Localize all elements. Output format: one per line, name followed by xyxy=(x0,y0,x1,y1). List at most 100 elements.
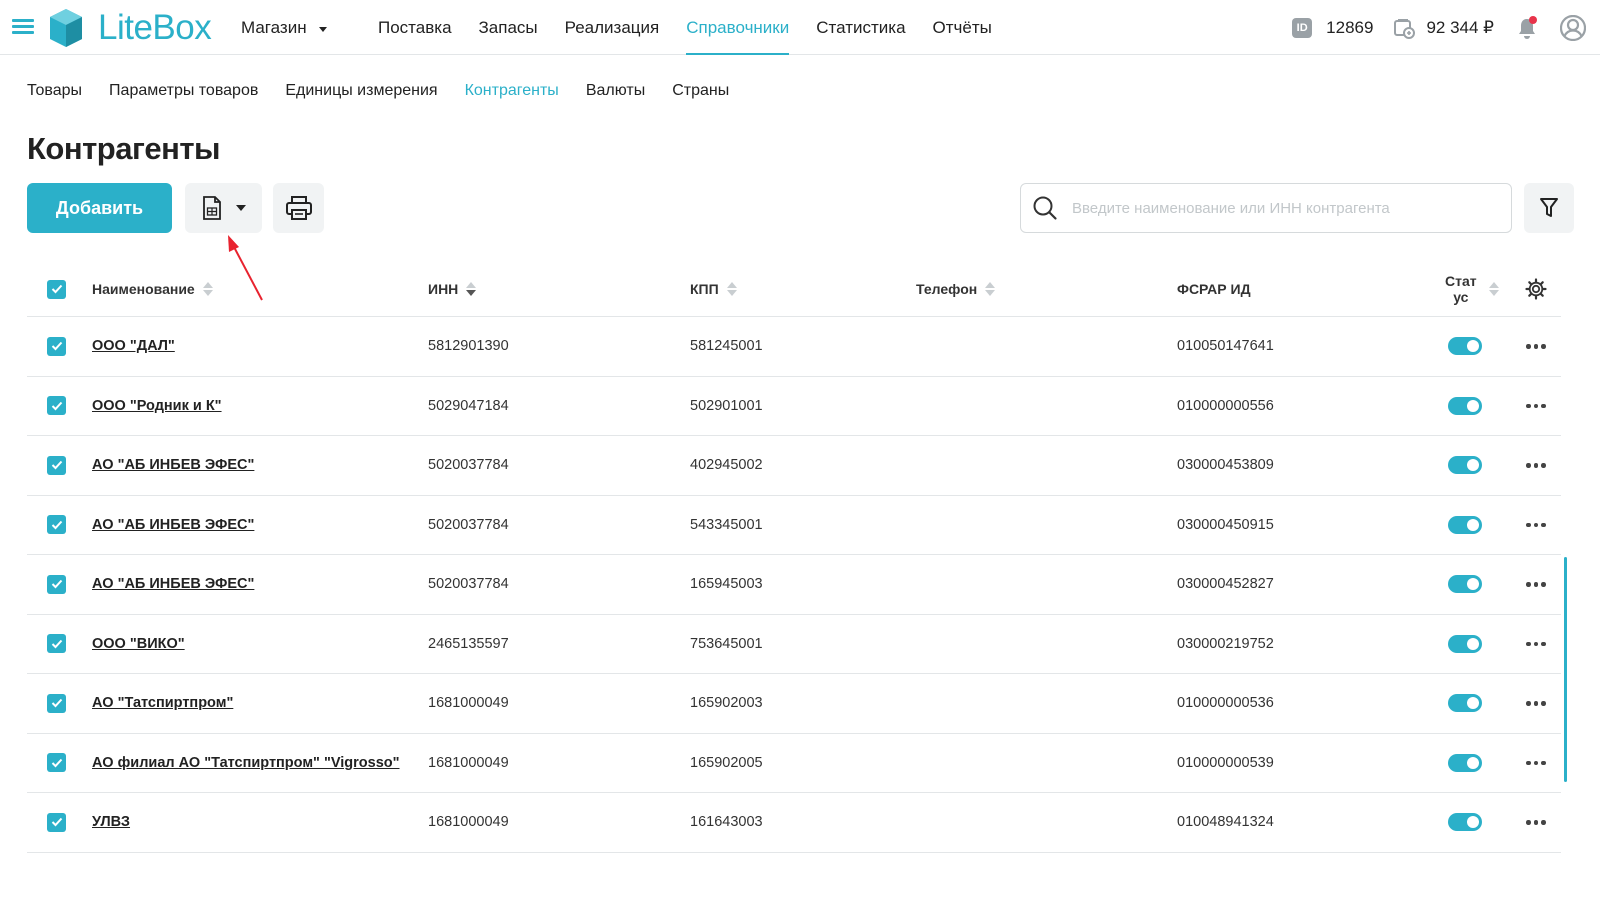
row-checkbox[interactable] xyxy=(47,693,66,713)
subnav-item-counterparties[interactable]: Контрагенты xyxy=(465,82,559,100)
column-header-fsrar: ФСРАР ИД xyxy=(1177,281,1251,297)
row-checkbox[interactable] xyxy=(47,455,66,475)
caret-down-icon xyxy=(318,26,327,32)
check-icon xyxy=(51,639,62,649)
check-icon xyxy=(51,520,62,530)
subnav-item-units[interactable]: Единицы измерения xyxy=(285,82,437,100)
filter-button[interactable] xyxy=(1524,183,1574,233)
row-checkbox[interactable] xyxy=(47,812,66,832)
more-actions-icon[interactable] xyxy=(1526,403,1546,408)
gear-icon[interactable] xyxy=(1525,278,1547,300)
sort-icon xyxy=(726,282,737,296)
print-button[interactable] xyxy=(273,183,324,233)
more-actions-icon[interactable] xyxy=(1526,641,1546,646)
table-row: АО "АБ ИНБЕВ ЭФЕС" 5020037784 543345001 … xyxy=(27,496,1561,555)
status-toggle[interactable] xyxy=(1448,396,1482,415)
table-row: ООО "ВИКО" 2465135597 753645001 03000021… xyxy=(27,615,1561,674)
sort-icon xyxy=(466,282,477,296)
logo[interactable]: LiteBox xyxy=(46,6,212,50)
counterparty-name-link[interactable]: УЛВЗ xyxy=(92,814,130,830)
export-button[interactable] xyxy=(185,183,262,233)
menu-icon[interactable] xyxy=(12,19,34,35)
status-toggle[interactable] xyxy=(1448,634,1482,653)
nav-item-reports[interactable]: Отчёты xyxy=(933,0,992,55)
wallet-icon[interactable] xyxy=(1393,17,1416,39)
column-header-inn[interactable]: ИНН xyxy=(428,262,477,316)
status-toggle[interactable] xyxy=(1448,813,1482,832)
more-actions-icon[interactable] xyxy=(1526,344,1546,349)
counterparty-name-link[interactable]: АО "Татспиртпром" xyxy=(92,695,233,711)
counterparties-table: Наименование ИНН КПП Телефон ФСРАР ИД Ст… xyxy=(27,262,1561,853)
subnav-item-product-params[interactable]: Параметры товаров xyxy=(109,82,258,100)
counterparty-name-link[interactable]: АО "АБ ИНБЕВ ЭФЕС" xyxy=(92,576,254,592)
counterparty-name-link[interactable]: ООО "Родник и К" xyxy=(92,398,222,414)
search-input[interactable] xyxy=(1072,199,1492,217)
select-all-checkbox[interactable] xyxy=(47,279,66,299)
column-header-phone[interactable]: Телефон xyxy=(916,262,996,316)
cell-inn: 5020037784 xyxy=(428,576,509,593)
bell-icon[interactable] xyxy=(1516,15,1538,40)
cell-kpp: 165945003 xyxy=(690,576,763,593)
cell-fsrar: 010000000539 xyxy=(1177,754,1274,771)
row-checkbox[interactable] xyxy=(47,634,66,654)
nav-item-statistics[interactable]: Статистика xyxy=(816,0,905,55)
check-icon xyxy=(51,461,62,470)
status-toggle[interactable] xyxy=(1448,456,1482,475)
table-row: ООО "Родник и К" 5029047184 502901001 01… xyxy=(27,377,1561,436)
status-toggle[interactable] xyxy=(1448,694,1482,713)
column-header-status[interactable]: Стат ус xyxy=(1445,262,1499,316)
more-actions-icon[interactable] xyxy=(1526,522,1546,527)
user-avatar-icon[interactable] xyxy=(1560,14,1586,41)
check-icon xyxy=(51,284,62,294)
row-checkbox[interactable] xyxy=(47,574,66,594)
account-area: ID 12869 92 344 ₽ xyxy=(1292,0,1600,55)
logo-text: LiteBox xyxy=(98,8,212,47)
status-toggle[interactable] xyxy=(1448,753,1482,772)
row-checkbox[interactable] xyxy=(47,336,66,356)
row-checkbox[interactable] xyxy=(47,396,66,416)
more-actions-icon[interactable] xyxy=(1526,582,1546,587)
table-row: УЛВЗ 1681000049 161643003 010048941324 xyxy=(27,793,1561,853)
counterparty-name-link[interactable]: АО "АБ ИНБЕВ ЭФЕС" xyxy=(92,457,254,473)
column-header-kpp[interactable]: КПП xyxy=(690,262,737,316)
column-header-name[interactable]: Наименование xyxy=(92,262,213,316)
cell-kpp: 161643003 xyxy=(690,814,763,831)
subnav-item-countries[interactable]: Страны xyxy=(672,82,729,100)
counterparty-name-link[interactable]: ООО "ДАЛ" xyxy=(92,338,175,354)
check-icon xyxy=(51,699,62,708)
cell-inn: 1681000049 xyxy=(428,814,509,831)
nav-item-stock[interactable]: Запасы xyxy=(479,0,538,55)
store-selector[interactable]: Магазин xyxy=(241,18,327,38)
nav-item-directories[interactable]: Справочники xyxy=(686,0,790,55)
status-toggle[interactable] xyxy=(1448,575,1482,594)
more-actions-icon[interactable] xyxy=(1526,463,1546,468)
more-actions-icon[interactable] xyxy=(1526,820,1546,825)
page-title: Контрагенты xyxy=(27,131,220,166)
status-toggle[interactable] xyxy=(1448,337,1482,356)
counterparty-name-link[interactable]: ООО "ВИКО" xyxy=(92,636,185,652)
row-checkbox[interactable] xyxy=(47,515,66,535)
counterparty-name-link[interactable]: АО филиал АО "Татспиртпром" "Vigrosso" xyxy=(92,755,400,771)
search-box xyxy=(1020,183,1512,233)
nav-item-supply[interactable]: Поставка xyxy=(378,0,452,55)
subnav-item-currencies[interactable]: Валюты xyxy=(586,82,645,100)
check-icon xyxy=(51,401,62,411)
more-actions-icon[interactable] xyxy=(1526,701,1546,706)
status-toggle[interactable] xyxy=(1448,515,1482,534)
counterparty-name-link[interactable]: АО "АБ ИНБЕВ ЭФЕС" xyxy=(92,517,254,533)
check-icon xyxy=(51,342,62,351)
cell-inn: 5812901390 xyxy=(428,338,509,355)
check-icon xyxy=(51,818,62,827)
cell-fsrar: 030000219752 xyxy=(1177,635,1274,652)
cell-kpp: 581245001 xyxy=(690,338,763,355)
nav-item-sales[interactable]: Реализация xyxy=(565,0,660,55)
subnav-item-products[interactable]: Товары xyxy=(27,82,82,100)
cell-inn: 2465135597 xyxy=(428,635,509,652)
row-checkbox[interactable] xyxy=(47,753,66,773)
more-actions-icon[interactable] xyxy=(1526,760,1546,765)
add-button[interactable]: Добавить xyxy=(27,183,172,233)
cell-fsrar: 030000453809 xyxy=(1177,457,1274,474)
cell-kpp: 543345001 xyxy=(690,516,763,533)
table-row: ООО "ДАЛ" 5812901390 581245001 010050147… xyxy=(27,317,1561,377)
scrollbar-thumb[interactable] xyxy=(1564,557,1567,782)
